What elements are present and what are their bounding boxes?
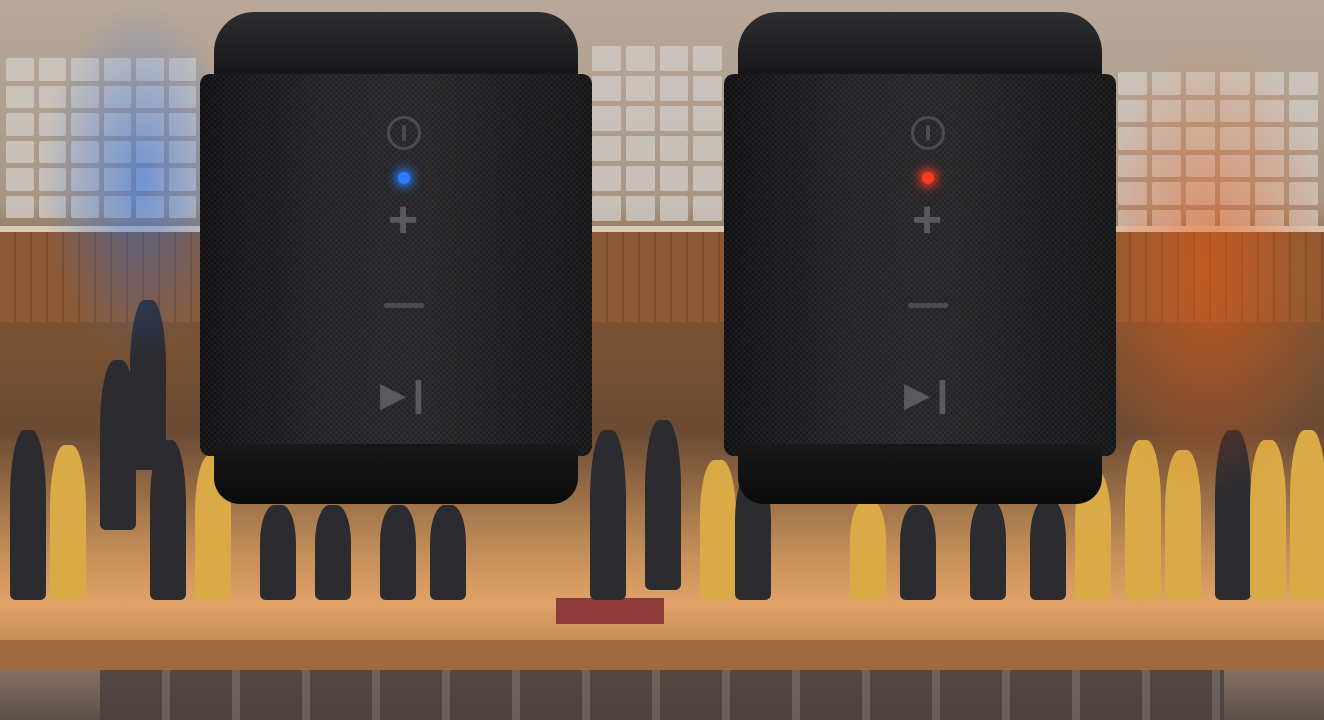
speaker-left: + ▶❙ — [200, 12, 592, 504]
orchestra-musician — [430, 505, 466, 600]
conductor-podium — [556, 598, 664, 624]
volume-down-icon[interactable] — [384, 303, 424, 308]
wood-wall-center — [592, 232, 727, 322]
hall-seat — [693, 166, 722, 191]
hall-seat — [693, 106, 722, 131]
play-pause-icon[interactable]: ▶❙ — [904, 378, 957, 412]
hall-seat — [6, 168, 34, 191]
orchestra-musician — [315, 505, 351, 600]
orchestra-musician — [150, 440, 186, 600]
hall-seat — [592, 76, 621, 101]
product-photo: + ▶❙ + ▶❙ — [0, 0, 1324, 720]
audience-seats — [100, 670, 1224, 720]
seating-center — [592, 46, 722, 221]
status-led-icon — [922, 172, 934, 184]
hall-seat — [592, 136, 621, 161]
power-icon[interactable] — [387, 116, 421, 150]
orchestra-musician — [850, 500, 886, 600]
volume-up-icon[interactable]: + — [904, 194, 950, 246]
hall-seat — [625, 196, 655, 221]
speaker-top-cap — [738, 12, 1102, 82]
hall-seat — [693, 136, 722, 161]
power-icon[interactable] — [911, 116, 945, 150]
hall-seat — [6, 58, 34, 81]
hall-seat — [592, 166, 621, 191]
orchestra-musician — [260, 505, 296, 600]
hall-seat — [659, 166, 689, 191]
orange-light-glow — [1080, 40, 1324, 500]
hall-seat — [6, 140, 34, 163]
hall-seat — [6, 195, 34, 218]
orchestra-musician — [590, 430, 626, 600]
hall-seat — [625, 166, 655, 191]
hall-seat — [6, 85, 34, 108]
hall-seat — [659, 46, 689, 71]
hall-seat — [659, 136, 689, 161]
volume-up-icon[interactable]: + — [380, 194, 426, 246]
hall-seat — [659, 196, 689, 221]
hall-seat — [592, 196, 621, 221]
volume-down-icon[interactable] — [908, 303, 948, 308]
speaker-base — [738, 444, 1102, 504]
hall-seat — [659, 106, 689, 131]
hall-seat — [693, 76, 722, 101]
hall-seat — [625, 46, 655, 71]
stage-edge — [0, 640, 1324, 670]
speaker-top-cap — [214, 12, 578, 82]
hall-seat — [693, 46, 722, 71]
orchestra-musician — [900, 505, 936, 600]
hall-seat — [659, 76, 689, 101]
hall-seat — [592, 46, 621, 71]
orchestra-musician — [1030, 500, 1066, 600]
orchestra-musician — [970, 500, 1006, 600]
speaker-right: + ▶❙ — [724, 12, 1116, 504]
hall-seat — [592, 106, 621, 131]
hall-seat — [625, 136, 655, 161]
orchestra-musician — [50, 445, 86, 600]
speaker-base — [214, 444, 578, 504]
orchestra-musician — [380, 505, 416, 600]
orchestra-musician — [10, 430, 46, 600]
status-led-icon — [398, 172, 410, 184]
orchestra-musician — [645, 420, 681, 590]
hall-seat — [6, 113, 34, 136]
hall-seat — [693, 196, 722, 221]
hall-seat — [625, 106, 655, 131]
play-pause-icon[interactable]: ▶❙ — [380, 378, 433, 412]
hall-seat — [625, 76, 655, 101]
